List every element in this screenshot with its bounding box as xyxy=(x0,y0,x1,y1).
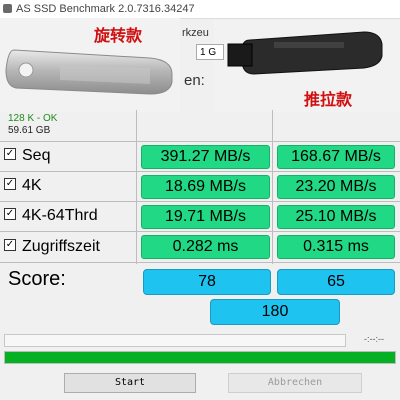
access-time-checkbox[interactable]: ✓ xyxy=(4,238,16,251)
slide-style-label: 推拉款 xyxy=(304,90,353,109)
progress-bar xyxy=(4,351,396,364)
access-time-write-value: 0.315 ms xyxy=(277,235,395,259)
4k-checkbox[interactable]: ✓ xyxy=(4,177,16,190)
4k-read-value: 18.69 MB/s xyxy=(141,175,270,199)
abort-button[interactable]: Abbrechen xyxy=(228,373,362,393)
usb-slide-photo: 推拉款 xyxy=(214,20,400,112)
4k64-write-value: 25.10 MB/s xyxy=(277,205,395,229)
seq-write-value: 168.67 MB/s xyxy=(277,145,395,169)
grid-hline-1 xyxy=(0,171,400,172)
row-4k-label[interactable]: ✓ 4K xyxy=(4,174,42,198)
score-write: 65 xyxy=(277,269,395,295)
seq-read-value: 391.27 MB/s xyxy=(141,145,270,169)
grid-hline-2 xyxy=(0,201,400,202)
grid-vline-1 xyxy=(136,110,137,264)
row-seq-label[interactable]: ✓ Seq xyxy=(4,144,50,168)
4k64-checkbox[interactable]: ✓ xyxy=(4,207,16,220)
4k-label-text: 4K xyxy=(22,177,42,194)
4k64-read-value: 19.71 MB/s xyxy=(141,205,270,229)
4k64-label-text: 4K-64Thrd xyxy=(22,207,98,224)
grid-vline-2 xyxy=(272,110,273,264)
window-title: AS SSD Benchmark 2.0.7316.34247 xyxy=(16,3,195,15)
row-4k64-label[interactable]: ✓ 4K-64Thrd xyxy=(4,204,98,228)
usb-swivel-photo: 旋转款 xyxy=(0,18,180,112)
4k-write-value: 23.20 MB/s xyxy=(277,175,395,199)
start-button[interactable]: Start xyxy=(64,373,196,393)
access-time-label-text: Zugriffszeit xyxy=(22,238,100,255)
usb-swivel-drive-image xyxy=(5,49,173,95)
drive-select-value: 1 G xyxy=(200,47,217,58)
grid-hline-4 xyxy=(0,262,400,263)
access-time-read-value: 0.282 ms xyxy=(141,235,270,259)
score-read: 78 xyxy=(143,269,271,295)
title-bar: AS SSD Benchmark 2.0.7316.34247 xyxy=(0,0,400,19)
alignment-status: 128 K - OK xyxy=(8,113,58,124)
seq-label-text: Seq xyxy=(22,147,51,164)
app-icon xyxy=(3,4,12,13)
progress-fill xyxy=(5,352,395,363)
grid-hline-3 xyxy=(0,231,400,232)
results-column-header-partial: en: xyxy=(184,72,205,89)
swivel-style-label: 旋转款 xyxy=(94,26,143,45)
status-bar xyxy=(4,334,346,347)
score-label: Score: xyxy=(8,268,66,290)
tools-menu-partial[interactable]: rkzeu xyxy=(182,27,209,39)
row-access-time-label[interactable]: ✓ Zugriffszeit xyxy=(4,235,100,259)
drive-size: 59.61 GB xyxy=(8,125,51,136)
elapsed-timer: -:--:-- xyxy=(364,334,384,344)
grid-hline-0 xyxy=(0,141,400,142)
seq-checkbox[interactable]: ✓ xyxy=(4,147,16,160)
drive-select[interactable]: 1 G xyxy=(196,44,224,60)
score-total: 180 xyxy=(210,299,340,325)
